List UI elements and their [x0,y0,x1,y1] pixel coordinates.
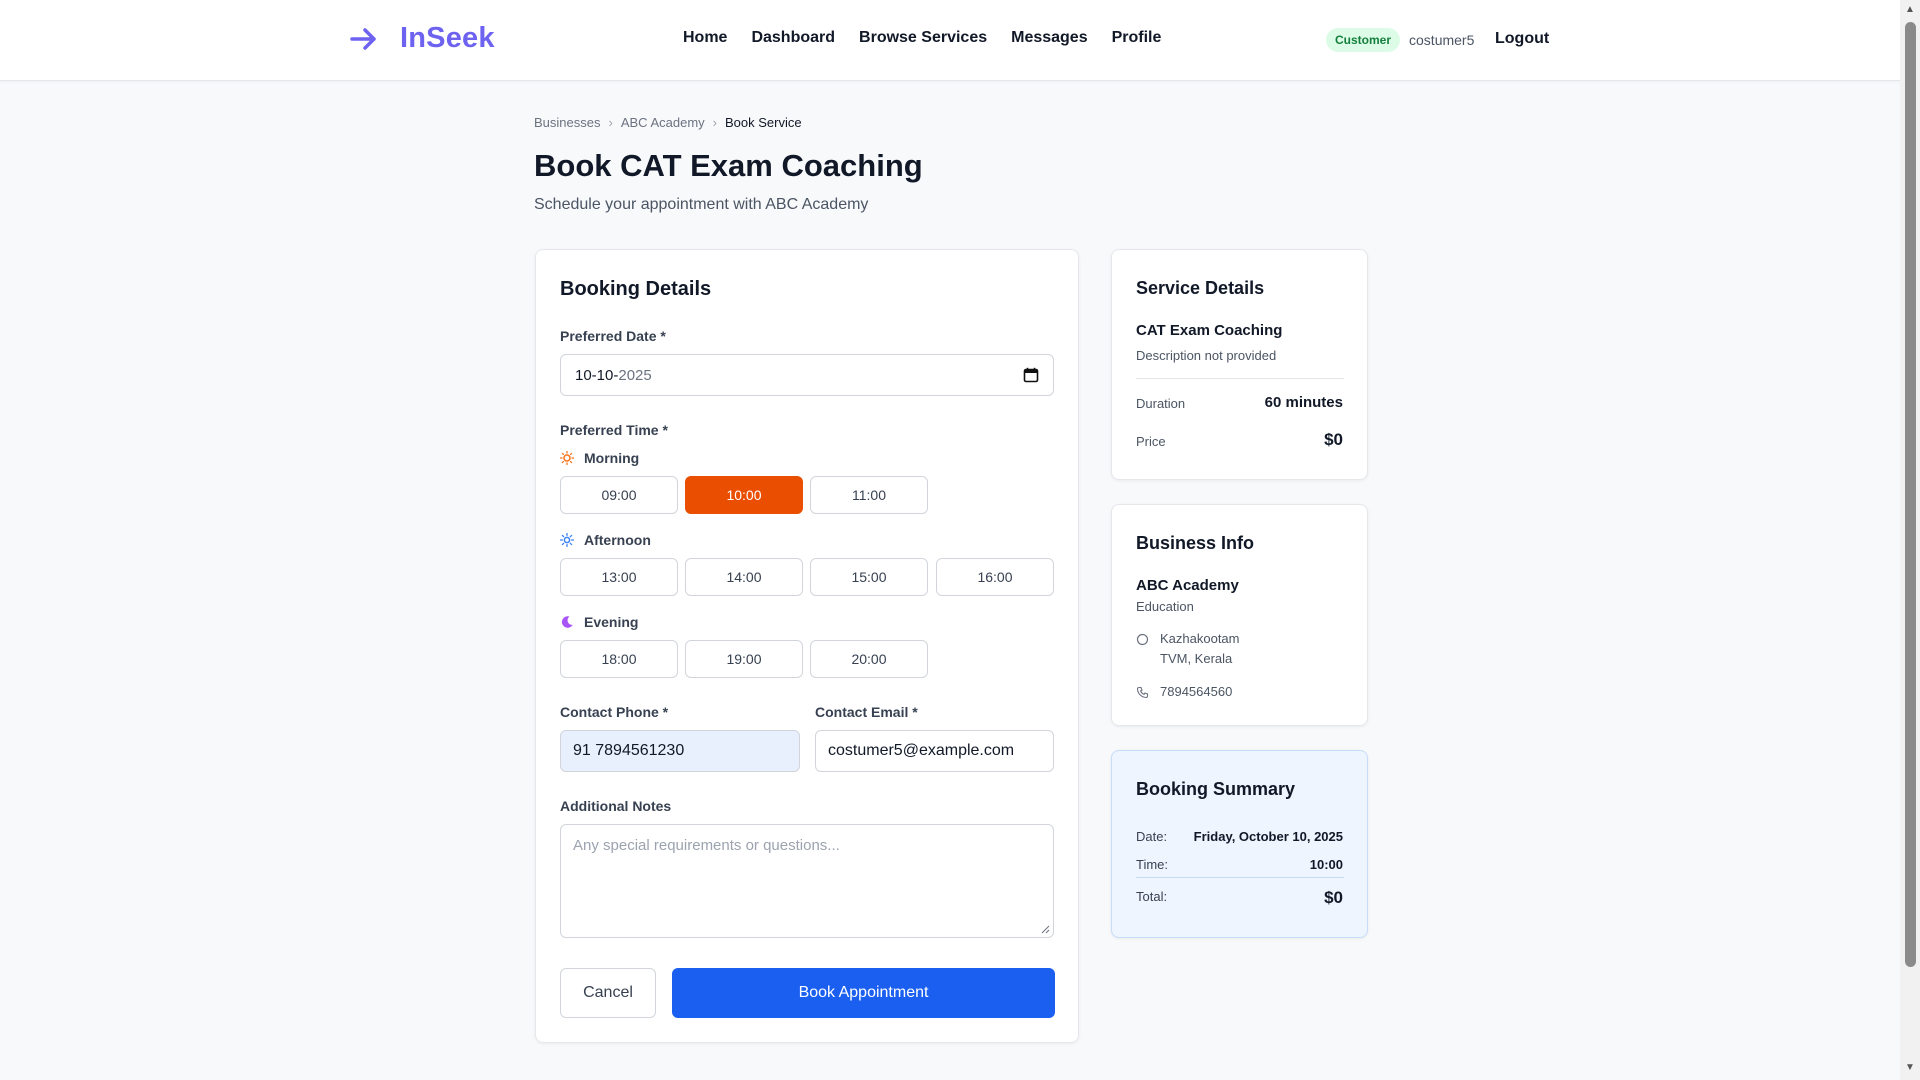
price-value: $0 [1324,430,1343,449]
logo[interactable]: InSeek [348,22,495,55]
summary-date-label: Date: [1136,829,1168,844]
location-pin-icon [1136,633,1149,646]
time-slot[interactable]: 15:00 [810,558,928,596]
calendar-icon[interactable] [1023,367,1039,383]
divider [1136,877,1344,878]
time-slot[interactable]: 16:00 [936,558,1054,596]
resize-grip-icon[interactable] [1040,924,1050,934]
username: costumer5 [1409,32,1475,48]
user-area: Customer costumer5 [1326,28,1474,52]
time-label: Preferred Time * [560,422,668,438]
contact-phone-input[interactable]: 91 7894561230 [560,730,800,772]
divider [1136,378,1344,379]
date-day-month: 10-10- [575,367,619,384]
sun-bright-icon [560,533,574,547]
notes-label: Additional Notes [560,798,672,814]
service-name: CAT Exam Coaching [1136,322,1283,339]
time-slot-selected[interactable]: 10:00 [685,476,803,514]
period-afternoon-label: Afternoon [584,532,651,548]
time-slot[interactable]: 19:00 [685,640,803,678]
period-evening: Evening [560,614,638,630]
period-morning: Morning [560,450,639,466]
phone-icon [1136,686,1149,699]
business-category: Education [1136,599,1194,614]
nav-profile[interactable]: Profile [1112,29,1162,47]
time-slot[interactable]: 20:00 [810,640,928,678]
nav-dashboard[interactable]: Dashboard [751,29,835,47]
nav-messages[interactable]: Messages [1011,29,1088,47]
role-badge: Customer [1326,28,1401,52]
email-label: Contact Email * [815,704,918,720]
logo-text: InSeek [400,22,495,54]
booking-details-title: Booking Details [560,278,712,300]
arrow-right-icon [350,27,376,50]
price-label: Price [1136,434,1166,449]
booking-summary-title: Booking Summary [1136,779,1296,799]
business-name: ABC Academy [1136,577,1239,594]
business-phone: 7894564560 [1160,684,1233,699]
page-title: Book CAT Exam Coaching [534,148,923,183]
scroll-down-arrow-icon[interactable]: ▼ [1905,1062,1915,1073]
date-value: 10-10-2025 [575,367,652,384]
scroll-thumb[interactable] [1905,22,1916,967]
service-description: Description not provided [1136,348,1277,363]
duration-label: Duration [1136,396,1186,411]
service-details-card: Service Details CAT Exam Coaching Descri… [1111,249,1368,480]
summary-total-value: $0 [1324,888,1343,907]
time-slot[interactable]: 11:00 [810,476,928,514]
main-nav: Home Dashboard Browse Services Messages … [683,29,1161,47]
time-slot[interactable]: 13:00 [560,558,678,596]
breadcrumb-current: Book Service [725,115,802,130]
business-address-line2: TVM, Kerala [1160,651,1233,666]
nav-home[interactable]: Home [683,29,727,47]
additional-notes-textarea[interactable]: Any special requirements or questions... [560,824,1054,938]
booking-summary-card: Booking Summary Date: Friday, October 10… [1111,750,1368,938]
time-slot[interactable]: 18:00 [560,640,678,678]
logout-link[interactable]: Logout [1495,30,1549,48]
business-info-card: Business Info ABC Academy Education Kazh… [1111,504,1368,726]
cancel-button[interactable]: Cancel [560,968,656,1018]
notes-placeholder: Any special requirements or questions... [573,837,840,854]
time-slot[interactable]: 09:00 [560,476,678,514]
book-appointment-button[interactable]: Book Appointment [672,968,1055,1018]
period-afternoon: Afternoon [560,532,651,548]
top-navbar: InSeek Home Dashboard Browse Services Me… [0,0,1900,81]
service-details-title: Service Details [1136,278,1265,298]
nav-browse-services[interactable]: Browse Services [859,29,987,47]
duration-value: 60 minutes [1264,394,1343,411]
page-subtitle: Schedule your appointment with ABC Acade… [534,196,869,213]
summary-date-value: Friday, October 10, 2025 [1193,829,1343,844]
breadcrumb-separator: › [712,115,717,130]
time-slot[interactable]: 14:00 [685,558,803,596]
period-evening-label: Evening [584,614,639,630]
date-label: Preferred Date * [560,328,666,344]
page-scrollbar[interactable]: ▲ ▼ [1900,0,1920,1080]
summary-time-label: Time: [1136,857,1169,872]
breadcrumb-business[interactable]: ABC Academy [621,115,705,130]
summary-time-value: 10:00 [1309,857,1343,872]
breadcrumb-separator: › [608,115,613,130]
booking-details-card: Booking Details Preferred Date * 10-10-2… [535,249,1079,1043]
sun-icon [560,451,574,465]
summary-total-label: Total: [1136,889,1168,904]
breadcrumb-businesses[interactable]: Businesses [534,115,600,130]
moon-icon [561,616,573,628]
phone-label: Contact Phone * [560,704,669,720]
business-address-line1: Kazhakootam [1160,631,1240,646]
business-info-title: Business Info [1136,533,1255,553]
date-year: 2025 [618,367,652,384]
contact-email-input[interactable]: costumer5@example.com [815,730,1054,772]
scroll-up-arrow-icon[interactable]: ▲ [1905,4,1915,15]
breadcrumb: Businesses › ABC Academy › Book Service [534,115,802,130]
preferred-date-input[interactable]: 10-10-2025 [560,354,1054,396]
period-morning-label: Morning [584,450,640,466]
